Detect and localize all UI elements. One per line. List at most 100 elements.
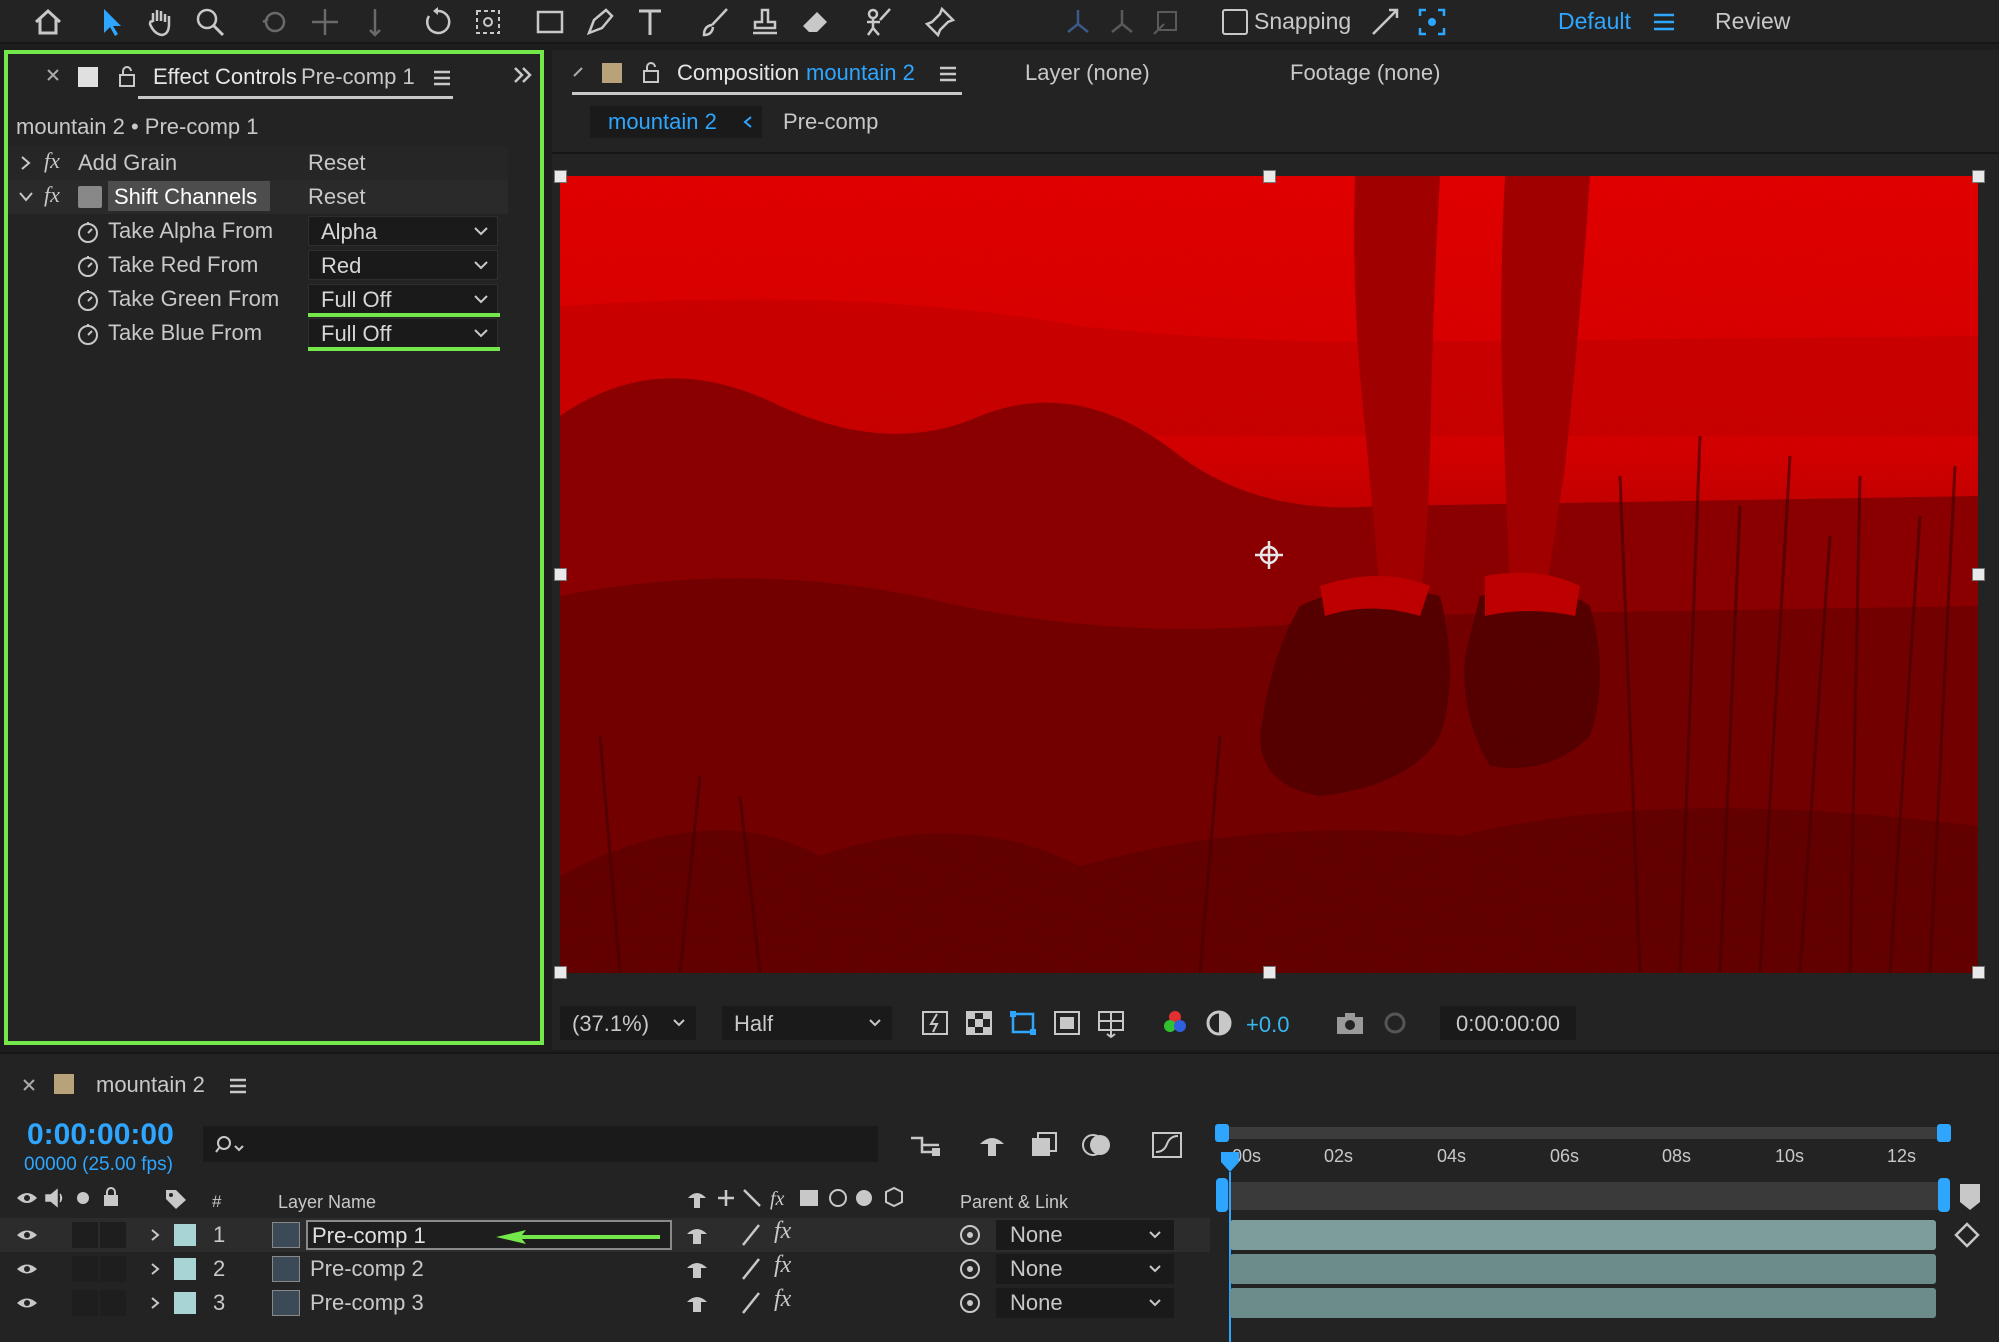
- orbit-camera-icon[interactable]: [255, 2, 295, 42]
- hand-icon[interactable]: [140, 2, 180, 42]
- close-panel-icon[interactable]: [22, 1078, 36, 1092]
- eye-icon[interactable]: [16, 1262, 38, 1276]
- snapshot-camera-icon[interactable]: [1334, 1008, 1366, 1038]
- current-time-display[interactable]: 0:00:00:00: [1440, 1006, 1576, 1040]
- shy-switch-icon[interactable]: [684, 1224, 710, 1246]
- fx-switch-icon[interactable]: fx: [774, 1218, 791, 1245]
- chevron-right-icon[interactable]: [150, 1296, 160, 1310]
- label-color-swatch[interactable]: [174, 1292, 196, 1314]
- keyframe-nav-icon[interactable]: [1954, 1222, 1980, 1248]
- quality-switch-icon[interactable]: [740, 1291, 762, 1315]
- parent-dropdown[interactable]: None: [996, 1220, 1174, 1250]
- local-axis-icon[interactable]: [1058, 2, 1098, 42]
- graph-editor-icon[interactable]: [1150, 1130, 1184, 1160]
- layer-duration-bar[interactable]: [1230, 1288, 1936, 1318]
- view-axis-icon[interactable]: [1146, 2, 1186, 42]
- eye-icon[interactable]: [16, 1296, 38, 1310]
- stopwatch-icon[interactable]: [76, 288, 100, 312]
- effect-row-add-grain[interactable]: fx Add Grain Reset: [8, 146, 508, 180]
- label-color-swatch[interactable]: [174, 1258, 196, 1280]
- green-source-dropdown[interactable]: Full Off: [308, 284, 498, 314]
- pan-camera-icon[interactable]: [305, 2, 345, 42]
- red-source-dropdown[interactable]: Red: [308, 250, 498, 280]
- layer-name[interactable]: Pre-comp 3: [310, 1290, 424, 1316]
- solo-icon[interactable]: [77, 1192, 89, 1204]
- transform-handle[interactable]: [1263, 966, 1276, 979]
- fx-switch-icon[interactable]: fx: [774, 1252, 791, 1279]
- anchor-point-icon[interactable]: [468, 2, 508, 42]
- pickwhip-icon[interactable]: [958, 1257, 982, 1281]
- work-area-start-handle[interactable]: [1215, 1124, 1229, 1142]
- fast-previews-icon[interactable]: [920, 1008, 950, 1038]
- work-area-bar[interactable]: [1218, 1127, 1946, 1139]
- transform-handle[interactable]: [1263, 170, 1276, 183]
- stopwatch-icon[interactable]: [76, 220, 100, 244]
- fx-icon[interactable]: fx: [44, 182, 60, 208]
- solo-switch[interactable]: [72, 1256, 98, 1282]
- brush-icon[interactable]: [695, 2, 735, 42]
- panel-menu-icon[interactable]: [938, 66, 958, 82]
- composition-tab-name[interactable]: mountain 2: [806, 60, 915, 86]
- layer-name[interactable]: Pre-comp 2: [310, 1256, 424, 1282]
- reset-button[interactable]: Reset: [308, 150, 365, 176]
- transform-handle[interactable]: [1972, 568, 1985, 581]
- shy-switch-icon[interactable]: [684, 1292, 710, 1314]
- close-panel-icon[interactable]: [572, 66, 584, 78]
- panel-menu-icon[interactable]: [228, 1078, 248, 1094]
- frame-blending-icon[interactable]: [1028, 1130, 1060, 1160]
- puppet-pin-icon[interactable]: [920, 2, 960, 42]
- lock-switch[interactable]: [100, 1222, 126, 1248]
- stopwatch-icon[interactable]: [76, 254, 100, 278]
- alpha-source-dropdown[interactable]: Alpha: [308, 216, 498, 246]
- expand-panels-icon[interactable]: [512, 66, 534, 84]
- shy-layers-icon[interactable]: [975, 1130, 1009, 1160]
- blue-source-dropdown[interactable]: Full Off: [308, 318, 498, 348]
- comp-button-icon[interactable]: [1958, 1182, 1982, 1212]
- snap-features-icon[interactable]: [1412, 2, 1452, 42]
- transform-handle[interactable]: [554, 170, 567, 183]
- composition-mini-flowchart-icon[interactable]: [908, 1130, 942, 1160]
- fx-switch-icon[interactable]: fx: [774, 1286, 791, 1313]
- lock-switch[interactable]: [100, 1290, 126, 1316]
- anchor-point-crosshair-icon[interactable]: [1253, 539, 1285, 571]
- chevron-right-icon[interactable]: [150, 1262, 160, 1276]
- label-tag-icon[interactable]: [164, 1188, 188, 1210]
- reset-button[interactable]: Reset: [308, 184, 365, 210]
- crumb-active[interactable]: mountain 2: [590, 106, 762, 138]
- lock-icon[interactable]: [642, 62, 660, 84]
- chevron-right-icon[interactable]: [150, 1228, 160, 1242]
- audio-icon[interactable]: [44, 1188, 66, 1208]
- shy-switch-icon[interactable]: [684, 1258, 710, 1280]
- reset-exposure-icon[interactable]: [1204, 1008, 1234, 1038]
- effect-row-shift-channels[interactable]: fx Shift Channels Reset: [8, 180, 508, 214]
- motion-blur-icon[interactable]: [1080, 1130, 1114, 1160]
- work-area-end-handle[interactable]: [1937, 1124, 1951, 1142]
- snap-edges-icon[interactable]: [1365, 2, 1405, 42]
- layer-duration-bar[interactable]: [1230, 1220, 1936, 1250]
- crumb-next[interactable]: Pre-comp: [783, 109, 878, 135]
- layer-duration-bar[interactable]: [1230, 1254, 1936, 1284]
- resolution-dropdown[interactable]: Half: [722, 1006, 892, 1040]
- column-layer-name[interactable]: Layer Name: [278, 1192, 376, 1213]
- column-parent-link[interactable]: Parent & Link: [960, 1192, 1068, 1213]
- transform-handle[interactable]: [1972, 170, 1985, 183]
- lock-icon[interactable]: [118, 66, 136, 88]
- panel-menu-icon[interactable]: [432, 70, 452, 86]
- home-icon[interactable]: [28, 2, 68, 42]
- lock-column-icon[interactable]: [102, 1187, 120, 1207]
- exposure-value[interactable]: +0.0: [1246, 1012, 1289, 1038]
- time-ruler[interactable]: 00s 02s 04s 06s 08s 10s 12s: [1220, 1146, 1948, 1176]
- rectangle-icon[interactable]: [530, 2, 570, 42]
- dolly-camera-icon[interactable]: [355, 2, 395, 42]
- type-icon[interactable]: [630, 2, 670, 42]
- grid-guides-icon[interactable]: [1096, 1008, 1126, 1038]
- pen-icon[interactable]: [580, 2, 620, 42]
- layer-tab[interactable]: Layer (none): [1025, 60, 1150, 86]
- solo-switch[interactable]: [72, 1290, 98, 1316]
- magnification-dropdown[interactable]: (37.1%): [560, 1006, 696, 1040]
- search-input[interactable]: [203, 1126, 878, 1162]
- stopwatch-icon[interactable]: [76, 322, 100, 346]
- eraser-icon[interactable]: [795, 2, 835, 42]
- solo-switch[interactable]: [72, 1222, 98, 1248]
- video-visibility-icon[interactable]: [16, 1190, 38, 1206]
